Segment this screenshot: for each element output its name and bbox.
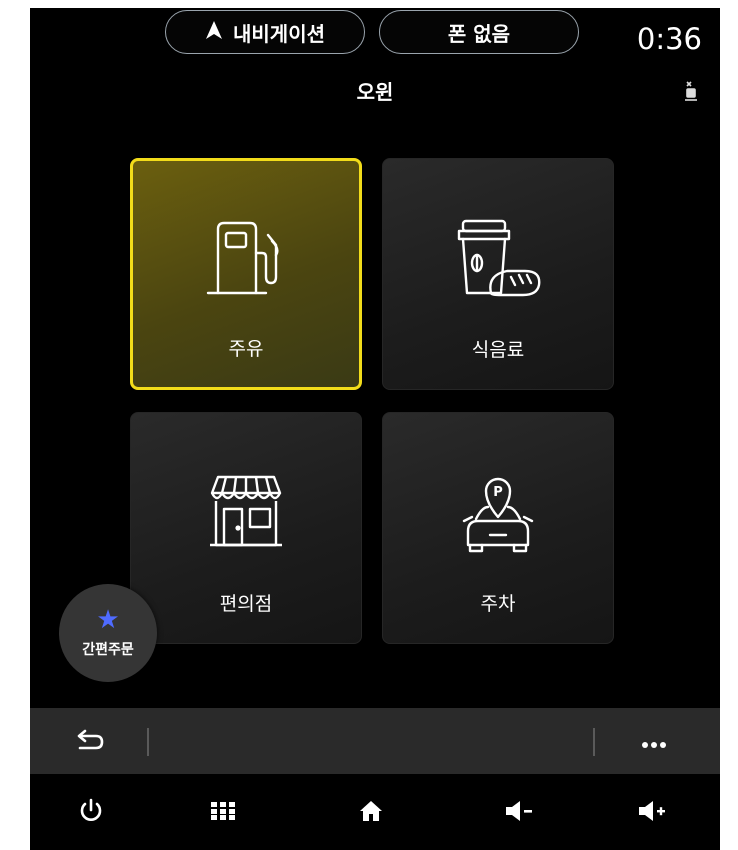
star-icon: ★: [96, 605, 120, 635]
back-arrow-icon[interactable]: [74, 728, 106, 758]
infotainment-screen: 내비게이션 폰 없음 0:36 오윈 주유 식음료 편의점 P 주차 ★ 간편주…: [30, 8, 720, 850]
tile-store[interactable]: 편의점: [130, 412, 362, 644]
volume-up-icon[interactable]: [637, 796, 667, 826]
action-bar-divider-right: [593, 728, 595, 756]
phone-pill-label: 폰 없음: [447, 21, 511, 46]
navigation-arrow-icon: [205, 20, 223, 45]
tile-store-label: 편의점: [219, 593, 273, 615]
no-phone-status-icon: [684, 80, 698, 106]
home-icon[interactable]: [356, 796, 386, 826]
apps-grid-icon[interactable]: [208, 796, 238, 826]
tile-parking-label: 주차: [480, 593, 516, 615]
tile-fuel-label: 주유: [228, 338, 264, 360]
tile-parking[interactable]: P 주차: [382, 412, 614, 644]
coffee-bread-icon: [453, 217, 543, 301]
navigation-pill-label: 내비게이션: [233, 21, 325, 46]
store-icon: [206, 471, 286, 555]
tile-food-label: 식음료: [471, 339, 525, 361]
clock: 0:36: [636, 22, 702, 56]
svg-text:P: P: [493, 485, 503, 500]
action-bar: [30, 708, 720, 774]
fuel-pump-icon: [204, 219, 288, 303]
power-icon[interactable]: [76, 796, 106, 826]
volume-down-icon[interactable]: [504, 796, 534, 826]
phone-pill[interactable]: 폰 없음: [379, 10, 579, 54]
page-title: 오윈: [356, 80, 394, 104]
action-bar-divider-left: [147, 728, 149, 756]
parking-car-icon: P: [456, 471, 540, 561]
quick-order-button[interactable]: ★ 간편주문: [59, 584, 157, 682]
tile-food[interactable]: 식음료: [382, 158, 614, 390]
more-dots-icon[interactable]: [641, 734, 667, 753]
navigation-pill[interactable]: 내비게이션: [165, 10, 365, 54]
bottom-bar: [30, 774, 720, 850]
quick-order-label: 간편주문: [82, 642, 134, 658]
tile-fuel[interactable]: 주유: [130, 158, 362, 390]
